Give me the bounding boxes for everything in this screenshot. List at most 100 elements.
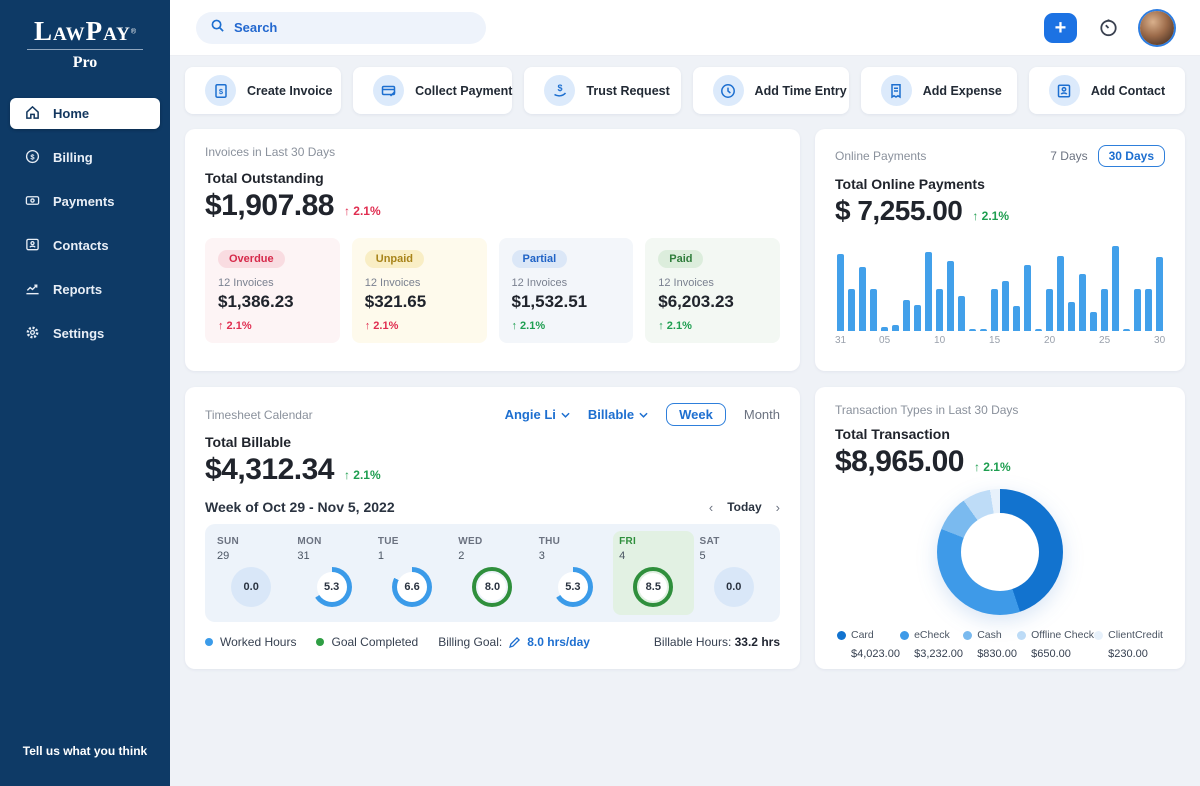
- billable-hours-value: 33.2 hrs: [735, 635, 780, 649]
- legend-value: $650.00: [1017, 648, 1094, 660]
- today-button[interactable]: Today: [727, 500, 761, 514]
- gear-icon: [25, 325, 40, 343]
- status-box-unpaid[interactable]: Unpaid 12 Invoices $321.65 ↑ 2.1%: [352, 238, 487, 343]
- status-box-paid[interactable]: Paid 12 Invoices $6,203.23 ↑ 2.1%: [645, 238, 780, 343]
- legend-dot: [900, 631, 909, 640]
- trust-request-button[interactable]: $ Trust Request: [524, 67, 680, 114]
- hours-value: 8.5: [639, 573, 667, 601]
- sidebar-item-reports[interactable]: Reports: [10, 274, 160, 305]
- sidebar-item-contacts[interactable]: Contacts: [10, 230, 160, 261]
- x-tick: [912, 335, 923, 346]
- hours-value: 6.6: [397, 572, 427, 602]
- bar-rect: [1156, 257, 1163, 331]
- x-tick: 20: [1044, 335, 1055, 346]
- day-cell-sun[interactable]: SUN290.0: [211, 531, 291, 615]
- prev-week-button[interactable]: ‹: [709, 500, 713, 515]
- user-filter-dropdown[interactable]: Angie Li: [505, 407, 570, 422]
- day-name: MON: [297, 536, 365, 547]
- bar-rect: [1079, 274, 1086, 331]
- registered-mark: ®: [131, 29, 136, 36]
- lawpay-dashboard: LawPay® Pro Home $ Billing Payments Cont…: [0, 0, 1200, 786]
- card-title: Online Payments: [835, 149, 926, 163]
- hours-ring-wrap: 8.5: [619, 567, 687, 607]
- chevron-down-icon: [639, 412, 648, 418]
- day-cell-thu[interactable]: THU35.3: [533, 531, 613, 615]
- legend-dot: [963, 631, 972, 640]
- legend-entry: ClientCredit: [1094, 629, 1163, 641]
- hours-ring: 5.3: [312, 567, 352, 607]
- day-cell-sat[interactable]: SAT50.0: [694, 531, 774, 615]
- bar-rect: [1013, 306, 1020, 331]
- invoice-icon: $: [205, 75, 236, 106]
- status-box-overdue[interactable]: Overdue 12 Invoices $1,386.23 ↑ 2.1%: [205, 238, 340, 343]
- legend-dot: [1017, 631, 1026, 640]
- topbar-actions: +: [1044, 11, 1174, 45]
- sidebar-item-settings[interactable]: Settings: [10, 318, 160, 349]
- search-input[interactable]: Search: [196, 12, 486, 44]
- bar: [1000, 241, 1011, 331]
- sidebar-item-billing[interactable]: $ Billing: [10, 142, 160, 173]
- bar-rect: [958, 296, 965, 331]
- week-view-button[interactable]: Week: [666, 403, 726, 426]
- card-subtitle: Total Outstanding: [205, 170, 780, 186]
- payments-bar-chart: [835, 241, 1165, 331]
- total-billable-value: $4,312.34: [205, 453, 334, 487]
- x-tick: [1055, 335, 1066, 346]
- total-transaction-value: $8,965.00: [835, 445, 964, 479]
- bar-rect: [892, 325, 899, 331]
- next-week-button[interactable]: ›: [776, 500, 780, 515]
- quick-add-button[interactable]: +: [1044, 13, 1077, 43]
- day-cell-wed[interactable]: WED28.0: [452, 531, 532, 615]
- delta-badge: ↑ 2.1%: [344, 468, 381, 482]
- x-tick: 15: [989, 335, 1000, 346]
- bar: [978, 241, 989, 331]
- add-expense-button[interactable]: Add Expense: [861, 67, 1017, 114]
- feedback-link[interactable]: Tell us what you think: [0, 744, 170, 758]
- sidebar-item-label: Reports: [53, 282, 102, 297]
- status-amount: $1,532.51: [512, 292, 621, 312]
- bar: [934, 241, 945, 331]
- timer-icon[interactable]: [1097, 16, 1120, 39]
- bar-rect: [1090, 312, 1097, 331]
- x-tick: [1077, 335, 1088, 346]
- user-avatar[interactable]: [1140, 11, 1174, 45]
- bar: [912, 241, 923, 331]
- legend-name: Cash: [977, 629, 1002, 641]
- billing-goal-value[interactable]: 8.0 hrs/day: [527, 635, 590, 649]
- hours-value: 0.0: [719, 572, 749, 602]
- create-invoice-button[interactable]: $ Create Invoice: [185, 67, 341, 114]
- day-cell-tue[interactable]: TUE16.6: [372, 531, 452, 615]
- legend-item: ClientCredit$230.00: [1094, 629, 1163, 660]
- bar: [1121, 241, 1132, 331]
- contact-badge-icon: [1049, 75, 1080, 106]
- card-subtitle: Total Online Payments: [835, 176, 1165, 192]
- add-time-entry-button[interactable]: Add Time Entry: [693, 67, 849, 114]
- bar: [1055, 241, 1066, 331]
- sidebar-item-payments[interactable]: Payments: [10, 186, 160, 217]
- collect-payment-button[interactable]: Collect Payment: [353, 67, 512, 114]
- hours-value: 8.0: [478, 573, 506, 601]
- legend-entry: Offline Check: [1017, 629, 1094, 641]
- bar-rect: [1046, 289, 1053, 331]
- bar-rect: [980, 329, 987, 331]
- status-box-partial[interactable]: Partial 12 Invoices $1,532.51 ↑ 2.1%: [499, 238, 634, 343]
- bar: [1143, 241, 1154, 331]
- home-icon: [25, 105, 40, 123]
- legend-dot: [1094, 631, 1103, 640]
- x-tick: [1033, 335, 1044, 346]
- billing-goal-label: Billing Goal:: [438, 635, 502, 649]
- sidebar-item-home[interactable]: Home: [10, 98, 160, 129]
- svg-text:$: $: [218, 87, 223, 96]
- bar: [1099, 241, 1110, 331]
- day-cell-mon[interactable]: MON315.3: [291, 531, 371, 615]
- day-cell-fri[interactable]: FRI48.5: [613, 531, 693, 615]
- month-view-button[interactable]: Month: [744, 407, 780, 422]
- day-name: FRI: [619, 536, 687, 547]
- range-30-days-button[interactable]: 30 Days: [1098, 145, 1165, 167]
- add-contact-button[interactable]: Add Contact: [1029, 67, 1185, 114]
- range-7-days-button[interactable]: 7 Days: [1050, 149, 1087, 163]
- billable-filter-dropdown[interactable]: Billable: [588, 407, 648, 422]
- x-tick: 30: [1154, 335, 1165, 346]
- x-tick: [1022, 335, 1033, 346]
- x-tick: 05: [879, 335, 890, 346]
